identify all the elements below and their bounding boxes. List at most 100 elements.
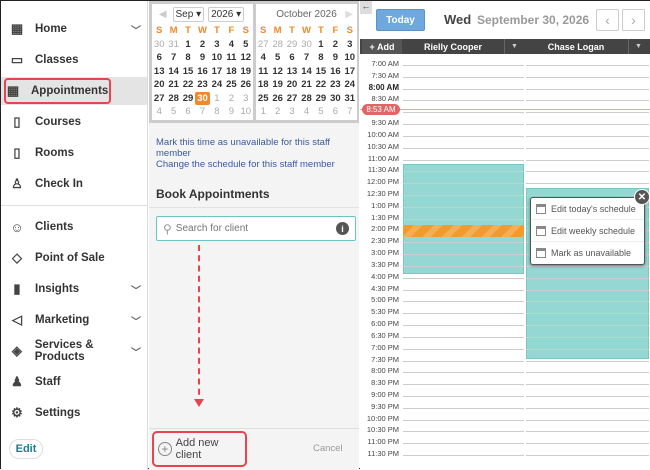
edit-today-schedule-item[interactable]: Edit today's schedule — [531, 198, 644, 220]
calendar-day[interactable]: 30 — [152, 38, 166, 52]
calendar-day[interactable]: 30 — [328, 92, 342, 106]
calendar-day[interactable]: 7 — [195, 105, 209, 119]
unavailable-block[interactable] — [403, 225, 524, 237]
time-slot-row[interactable]: 4:30 PM — [360, 282, 650, 294]
calendar-day[interactable]: 5 — [239, 38, 253, 52]
time-slot-row[interactable]: 11:00 AM — [360, 152, 650, 164]
calendar-day[interactable]: 8 — [181, 51, 195, 65]
edit-button[interactable]: Edit — [9, 439, 43, 459]
calendar-day[interactable]: 6 — [285, 51, 299, 65]
sidebar-item-staff[interactable]: ♟ Staff — [5, 368, 145, 396]
sidebar-item-courses[interactable]: ▯ Courses — [5, 108, 145, 136]
calendar-day[interactable]: 10 — [343, 51, 357, 65]
time-slot-row[interactable]: 9:30 AM — [360, 116, 650, 128]
calendar-day[interactable]: 18 — [256, 78, 270, 92]
time-slot-row[interactable]: 6:00 PM — [360, 317, 650, 329]
calendar-day[interactable]: 6 — [152, 51, 166, 65]
calendar-day[interactable]: 29 — [285, 38, 299, 52]
calendar-day[interactable]: 27 — [152, 92, 166, 106]
calendar-day[interactable]: 1 — [210, 92, 224, 106]
calendar-day[interactable]: 10 — [239, 105, 253, 119]
calendar-day[interactable]: 28 — [166, 92, 180, 106]
prev-month-arrow-icon[interactable]: ◀ — [159, 9, 167, 20]
sidebar-item-check-in[interactable]: ♙ Check In — [5, 170, 145, 198]
sidebar-item-point-of-sale[interactable]: ◇ Point of Sale — [5, 244, 145, 272]
time-slot-row[interactable]: 5:30 PM — [360, 305, 650, 317]
sidebar-item-home[interactable]: ▦ Home ﹀ — [5, 15, 145, 43]
month-select[interactable]: Sep ▾ — [172, 6, 205, 22]
calendar-day[interactable]: 11 — [224, 51, 238, 65]
edit-weekly-schedule-item[interactable]: Edit weekly schedule — [531, 220, 644, 242]
sidebar-item-settings[interactable]: ⚙ Settings — [5, 399, 145, 427]
calendar-day[interactable]: 19 — [239, 65, 253, 79]
calendar-day[interactable]: 21 — [299, 78, 313, 92]
time-slot-row[interactable]: 12:00 PM — [360, 175, 650, 187]
calendar-day[interactable]: 31 — [166, 38, 180, 52]
time-slot-row[interactable]: 8:30 PM — [360, 376, 650, 388]
calendar-day[interactable]: 31 — [343, 92, 357, 106]
calendar-day[interactable]: 17 — [343, 65, 357, 79]
info-icon[interactable]: i — [336, 222, 349, 235]
calendar-day[interactable]: 27 — [256, 38, 270, 52]
calendar-day[interactable]: 2 — [270, 105, 284, 119]
calendar-day[interactable]: 24 — [210, 78, 224, 92]
time-slot-row[interactable]: 8:30 AM — [360, 92, 650, 104]
time-slot-row[interactable]: 7:00 PM — [360, 341, 650, 353]
calendar-day[interactable]: 5 — [270, 51, 284, 65]
calendar-day[interactable]: 1 — [181, 38, 195, 52]
calendar-day[interactable]: 8 — [314, 51, 328, 65]
next-month-arrow-icon[interactable]: ▶ — [345, 9, 353, 20]
time-slot-row[interactable]: 7:00 AM — [360, 57, 650, 69]
time-slot-row[interactable]: 10:30 PM — [360, 423, 650, 435]
time-slot-row[interactable]: 4:00 PM — [360, 270, 650, 282]
calendar-day[interactable]: 18 — [224, 65, 238, 79]
client-search[interactable]: ⚲ i — [156, 216, 356, 241]
calendar-day[interactable]: 20 — [285, 78, 299, 92]
time-slot-row[interactable]: 11:30 AM — [360, 163, 650, 175]
calendar-day[interactable]: 8 — [210, 105, 224, 119]
calendar-day[interactable]: 4 — [256, 51, 270, 65]
calendar-day[interactable]: 12 — [270, 65, 284, 79]
sidebar-item-classes[interactable]: ▭ Classes — [5, 46, 145, 74]
add-button[interactable]: + Add — [362, 39, 402, 54]
calendar-day[interactable]: 4 — [152, 105, 166, 119]
staff-dropdown-icon[interactable]: ▼ — [628, 39, 648, 54]
sidebar-item-marketing[interactable]: ◁ Marketing ﹀ — [5, 306, 145, 334]
calendar-day[interactable]: 14 — [166, 65, 180, 79]
calendar-day[interactable]: 23 — [328, 78, 342, 92]
time-slot-row[interactable]: 11:00 PM — [360, 435, 650, 447]
calendar-day[interactable]: 17 — [210, 65, 224, 79]
calendar-day[interactable]: 22 — [314, 78, 328, 92]
change-schedule-link[interactable]: Change the schedule for this staff membe… — [156, 159, 335, 170]
calendar-day[interactable]: 3 — [285, 105, 299, 119]
calendar-day[interactable]: 13 — [152, 65, 166, 79]
time-slot-row[interactable]: 10:00 PM — [360, 412, 650, 424]
calendar-day[interactable]: 4 — [224, 38, 238, 52]
close-icon[interactable]: ✕ — [634, 189, 650, 205]
back-arrow-icon[interactable]: ← — [360, 1, 372, 14]
next-day-button[interactable]: › — [622, 9, 645, 31]
calendar-day[interactable]: 26 — [239, 78, 253, 92]
calendar-day[interactable]: 15 — [314, 65, 328, 79]
time-slot-row[interactable]: 9:30 PM — [360, 400, 650, 412]
today-button[interactable]: Today — [376, 9, 425, 31]
calendar-day[interactable]: 29 — [181, 92, 195, 106]
calendar-day[interactable]: 14 — [299, 65, 313, 79]
sidebar-item-clients[interactable]: ☺ Clients — [5, 213, 145, 241]
calendar-day[interactable]: 7 — [166, 51, 180, 65]
calendar-day[interactable]: 11 — [256, 65, 270, 79]
calendar-day[interactable]: 30 — [195, 91, 210, 105]
time-slot-row[interactable]: 6:30 PM — [360, 329, 650, 341]
calendar-day[interactable]: 2 — [195, 38, 209, 52]
time-slot-row[interactable]: 11:30 PM — [360, 447, 650, 459]
staff-dropdown-icon[interactable]: ▼ — [504, 39, 524, 54]
calendar-day[interactable]: 1 — [256, 105, 270, 119]
time-slot-row[interactable]: 8:00 AM — [360, 81, 650, 93]
time-slot-row[interactable] — [360, 104, 650, 116]
time-slot-row[interactable]: 8:00 PM — [360, 364, 650, 376]
calendar-day[interactable]: 3 — [343, 38, 357, 52]
sidebar-item-insights[interactable]: ▮ Insights ﹀ — [5, 275, 145, 303]
calendar-day[interactable]: 16 — [195, 65, 209, 79]
prev-day-button[interactable]: ‹ — [596, 9, 619, 31]
sidebar-item-services-products[interactable]: ◈ Services & Products ﹀ — [5, 337, 145, 365]
